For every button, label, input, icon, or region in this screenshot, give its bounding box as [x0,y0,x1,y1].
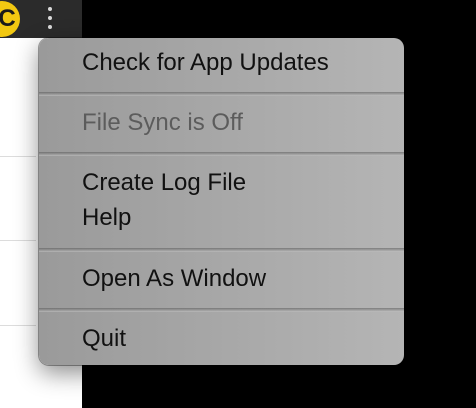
menu-separator [39,308,404,312]
menu-item-create-log-file[interactable]: Create Log File [82,168,246,198]
context-menu: Check for App Updates File Sync is Off C… [39,38,404,365]
menu-item-quit[interactable]: Quit [82,324,126,354]
menu-separator [39,92,404,96]
more-options-icon[interactable] [40,2,60,34]
screen: C Check for App Updates File Sync is Off… [0,0,476,408]
avatar[interactable]: C [0,1,20,37]
dot [48,7,52,11]
dot [48,16,52,20]
menu-item-check-updates[interactable]: Check for App Updates [82,48,329,78]
list-divider [0,240,36,241]
menu-item-help[interactable]: Help [82,203,131,233]
menu-item-open-as-window[interactable]: Open As Window [82,264,266,294]
menu-separator [39,152,404,156]
dot [48,25,52,29]
menu-separator [39,248,404,252]
list-divider [0,325,36,326]
menu-item-file-sync: File Sync is Off [82,109,243,136]
app-toolbar: C [0,0,82,38]
list-divider [0,156,36,157]
